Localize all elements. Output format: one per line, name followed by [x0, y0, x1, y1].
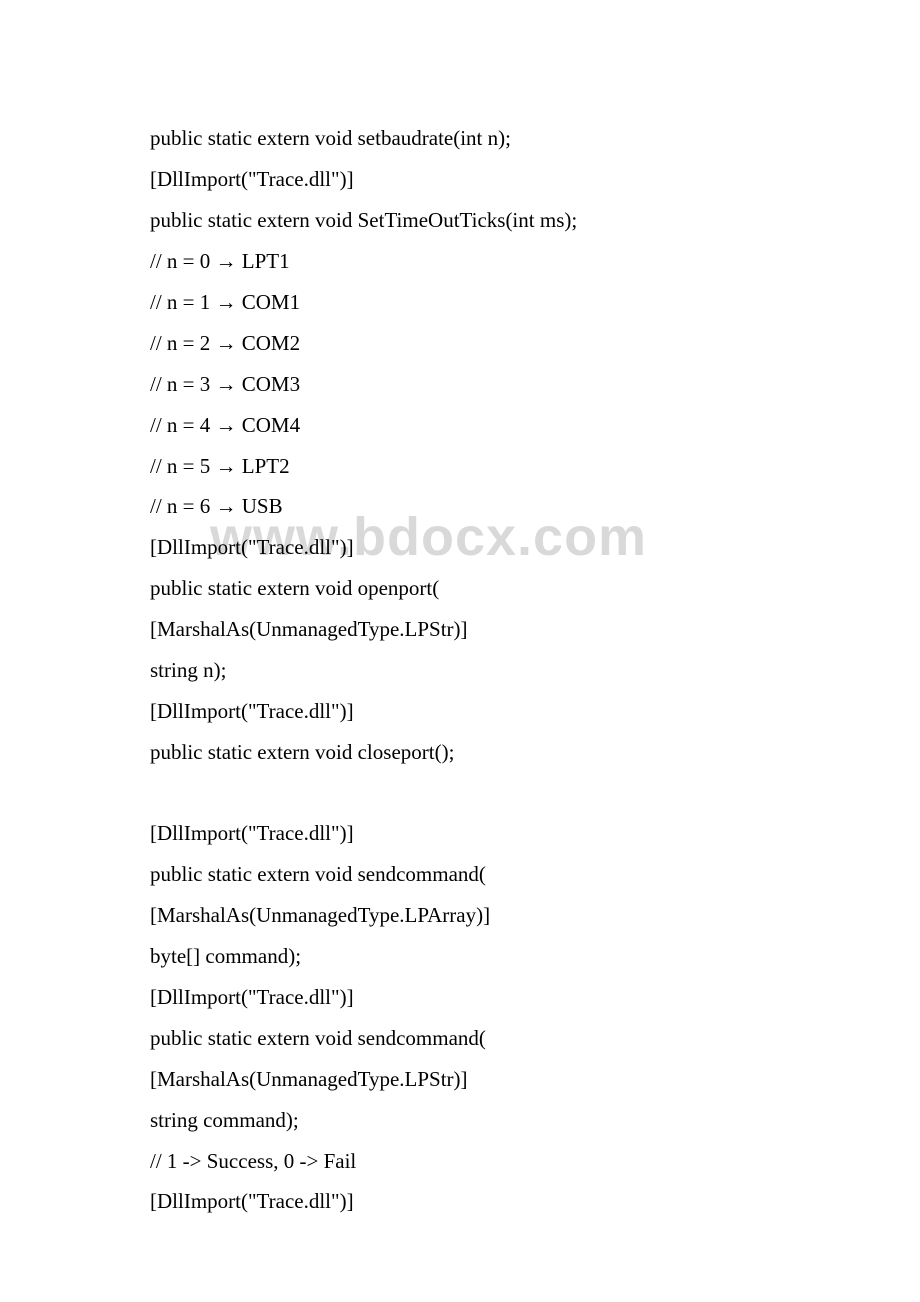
code-line: // n = 4 → COM4	[150, 405, 920, 446]
code-line: [DllImport("Trace.dll")]	[150, 527, 920, 568]
blank-line	[150, 773, 920, 813]
code-line: [DllImport("Trace.dll")]	[150, 813, 920, 854]
code-line: // n = 5 → LPT2	[150, 446, 920, 487]
code-line: [DllImport("Trace.dll")]	[150, 691, 920, 732]
code-line: // 1 -> Success, 0 -> Fail	[150, 1141, 920, 1182]
code-line: public static extern void setbaudrate(in…	[150, 118, 920, 159]
code-line: [DllImport("Trace.dll")]	[150, 159, 920, 200]
code-line: // n = 3 → COM3	[150, 364, 920, 405]
code-line: [DllImport("Trace.dll")]	[150, 977, 920, 1018]
code-line: // n = 0 → LPT1	[150, 241, 920, 282]
code-line: string n);	[150, 650, 920, 691]
code-line: public static extern void sendcommand(	[150, 1018, 920, 1059]
code-line: string command);	[150, 1100, 920, 1141]
code-line: public static extern void sendcommand(	[150, 854, 920, 895]
code-line: // n = 1 → COM1	[150, 282, 920, 323]
code-line: public static extern void closeport();	[150, 732, 920, 773]
code-line: public static extern void openport(	[150, 568, 920, 609]
code-line: [MarshalAs(UnmanagedType.LPStr)]	[150, 609, 920, 650]
code-line: [MarshalAs(UnmanagedType.LPArray)]	[150, 895, 920, 936]
code-line: [MarshalAs(UnmanagedType.LPStr)]	[150, 1059, 920, 1100]
code-line: byte[] command);	[150, 936, 920, 977]
code-line: [DllImport("Trace.dll")]	[150, 1181, 920, 1222]
code-line: // n = 2 → COM2	[150, 323, 920, 364]
code-line: // n = 6 → USB	[150, 486, 920, 527]
code-line: public static extern void SetTimeOutTick…	[150, 200, 920, 241]
